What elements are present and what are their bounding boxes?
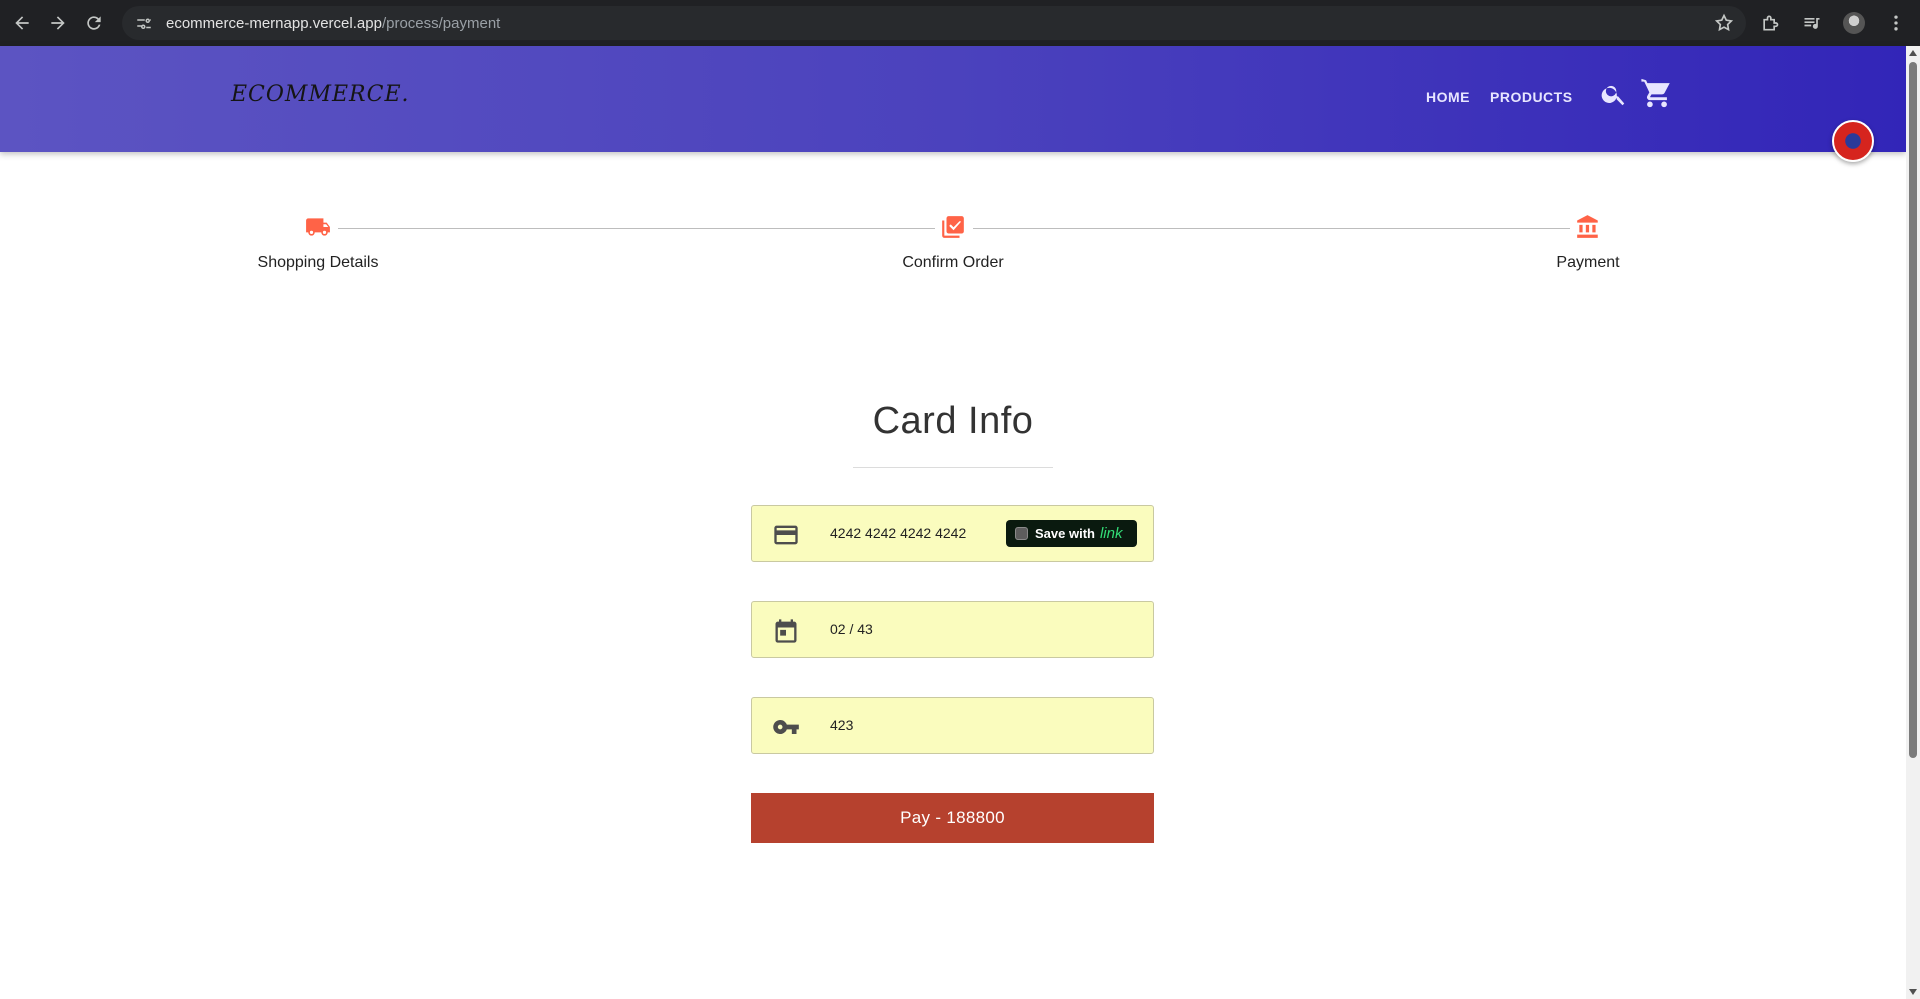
arrow-left-icon bbox=[15, 16, 29, 30]
scroll-down-arrow[interactable] bbox=[1909, 989, 1917, 995]
site-header: ECOMMERCE. HOME PRODUCTS bbox=[0, 46, 1906, 162]
card-info-title: Card Info bbox=[872, 400, 1034, 442]
cart-icon[interactable] bbox=[1640, 76, 1674, 110]
extensions-button[interactable] bbox=[1752, 5, 1788, 41]
page-scrollbar[interactable] bbox=[1906, 46, 1920, 999]
card-number-value[interactable]: 4242 4242 4242 4242 bbox=[830, 525, 966, 541]
bank-icon bbox=[1577, 215, 1598, 238]
cvc-value[interactable]: 423 bbox=[830, 717, 853, 733]
pay-button[interactable]: Pay - 188800 bbox=[751, 793, 1154, 843]
url-host: ecommerce-mernapp.vercel.app bbox=[166, 14, 382, 32]
step-shopping-details: Shopping Details bbox=[208, 210, 428, 272]
bookmark-star-icon[interactable] bbox=[1714, 13, 1734, 33]
profile-button[interactable] bbox=[1836, 5, 1872, 41]
reload-button[interactable] bbox=[76, 5, 112, 41]
url-path: /process/payment bbox=[381, 14, 501, 32]
reload-icon bbox=[87, 16, 101, 30]
address-bar[interactable]: ecommerce-mernapp.vercel.app/process/pay… bbox=[122, 6, 1746, 40]
truck-icon bbox=[306, 218, 330, 236]
site-settings-icon[interactable] bbox=[134, 13, 154, 33]
step-confirm-order: Confirm Order bbox=[843, 210, 1063, 272]
back-button[interactable] bbox=[4, 5, 40, 41]
forward-button[interactable] bbox=[40, 5, 76, 41]
expiry-date-field[interactable]: 02 / 43 bbox=[751, 601, 1154, 658]
expiry-date-value[interactable]: 02 / 43 bbox=[830, 621, 873, 637]
url-text: ecommerce-mernapp.vercel.app/process/pay… bbox=[166, 15, 500, 32]
site-logo[interactable]: ECOMMERCE. bbox=[231, 82, 410, 107]
save-with-link-checkbox[interactable] bbox=[1015, 527, 1028, 540]
step-label: Shopping Details bbox=[257, 254, 379, 271]
link-brand-text: link bbox=[1099, 525, 1123, 542]
credit-card-icon bbox=[774, 525, 798, 545]
browser-actions bbox=[1746, 0, 1920, 46]
nav-products-link[interactable]: PRODUCTS bbox=[1490, 89, 1573, 105]
browser-menu-button[interactable] bbox=[1878, 5, 1914, 41]
kebab-menu-icon bbox=[1894, 15, 1898, 31]
scroll-thumb[interactable] bbox=[1909, 62, 1917, 758]
card-number-field[interactable]: 4242 4242 4242 4242 Save with link bbox=[751, 505, 1154, 562]
browser-toolbar: ecommerce-mernapp.vercel.app/process/pay… bbox=[0, 0, 1920, 46]
puzzle-icon bbox=[1763, 15, 1779, 31]
title-divider bbox=[853, 467, 1053, 468]
step-payment: Payment bbox=[1478, 210, 1698, 272]
save-with-text: Save with bbox=[1035, 526, 1095, 541]
save-with-link-button[interactable]: Save with link bbox=[1006, 520, 1137, 547]
arrow-right-icon bbox=[51, 16, 65, 30]
scroll-up-arrow[interactable] bbox=[1909, 50, 1917, 56]
user-avatar[interactable] bbox=[1832, 120, 1874, 162]
key-icon bbox=[773, 720, 799, 734]
nav-home-link[interactable]: HOME bbox=[1426, 89, 1470, 105]
profile-avatar bbox=[1843, 12, 1865, 34]
media-control-button[interactable] bbox=[1794, 5, 1830, 41]
checklist-icon bbox=[942, 216, 964, 238]
checkout-stepper: Shopping Details Confirm Order Payment bbox=[0, 210, 1906, 290]
step-label: Payment bbox=[1556, 254, 1620, 271]
search-icon[interactable] bbox=[1600, 80, 1628, 108]
cvc-field[interactable]: 423 bbox=[751, 697, 1154, 754]
step-label: Confirm Order bbox=[902, 254, 1004, 271]
main-nav: HOME PRODUCTS bbox=[1426, 89, 1573, 105]
queue-music-icon bbox=[1804, 18, 1820, 29]
calendar-icon bbox=[775, 619, 797, 643]
